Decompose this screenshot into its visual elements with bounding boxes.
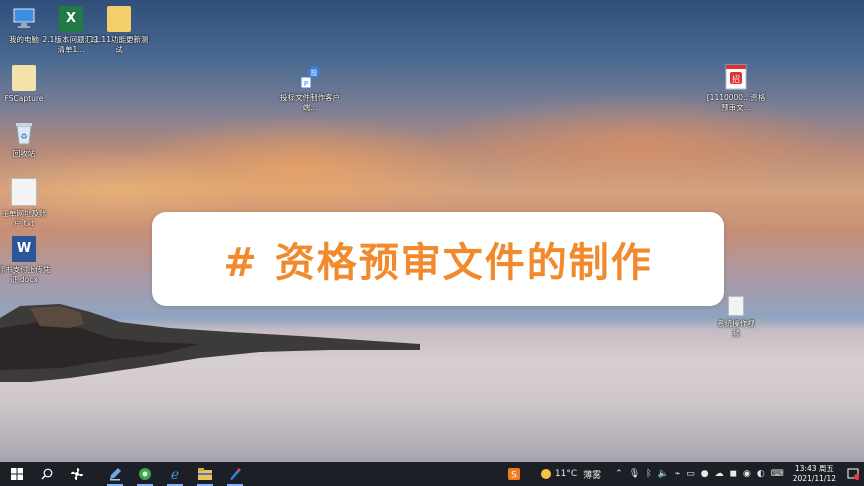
desktop-icon-label: [1110000...资格预审文... (706, 93, 766, 112)
tray-app-icon[interactable]: ◼ (730, 469, 737, 479)
browser-green-icon (139, 468, 151, 480)
desktop-icon-label: 回收站 (12, 149, 36, 158)
desktop-icon-bid-document[interactable]: 招 [1110000...资格预审文... (706, 64, 766, 113)
bid-doc-icon: 招 (724, 64, 748, 90)
weather-widget[interactable]: 11°C 薄雾 (540, 468, 604, 481)
tray-app-icon[interactable]: ● (701, 469, 709, 479)
desktop-icon-label: 系统操作视频 (717, 319, 755, 338)
wechat-icon[interactable]: ◉ (743, 469, 751, 479)
paint-icon (230, 468, 241, 480)
banner-title: # 资格预审文件的制作 (223, 240, 653, 286)
system-tray: S 11°C 薄雾 ⌃ 🎙 ᛒ 🔈 ⌁ ▭ ● ☁ ◼ ◉ ◐ ⌨ 13:43 … (502, 462, 864, 486)
tray-app-icon[interactable]: ◐ (757, 469, 765, 479)
notification-button[interactable] (842, 462, 864, 486)
document-icon (728, 296, 744, 316)
word-icon: W (12, 236, 36, 262)
svg-text:♻: ♻ (20, 132, 27, 141)
keyboard-icon[interactable]: ⌨ (771, 469, 784, 479)
windows-icon (11, 468, 23, 480)
desktop-icon-word-file[interactable]: W 标书支付上传凭证.docx (0, 236, 54, 285)
desktop-icon-label: 标书支付上传凭证.docx (0, 265, 51, 284)
svg-text:招: 招 (732, 74, 740, 84)
desktop-icon-text-file[interactable]: 工单网址及账户.txt (0, 178, 54, 229)
desktop-icon-label: 工单网址及账户.txt (1, 209, 47, 228)
weather-desc: 薄雾 (583, 470, 602, 481)
desktop-icon-label: FSCapture (4, 94, 44, 103)
taskbar-app-browser-green[interactable] (130, 462, 160, 486)
weather-temp: 11°C (554, 469, 578, 479)
taskbar-app-explorer[interactable] (190, 462, 220, 486)
pen-icon (110, 468, 121, 481)
desktop-icon-label: 投标文件制作客户端... (280, 93, 340, 112)
search-button[interactable] (32, 462, 62, 486)
computer-icon (12, 6, 36, 32)
folder-icon (107, 6, 131, 32)
start-button[interactable] (2, 462, 32, 486)
text-file-icon (11, 178, 37, 206)
fan-icon (71, 468, 83, 480)
svg-text:S: S (511, 471, 517, 481)
svg-text:P: P (304, 80, 308, 88)
taskbar-app-pen[interactable] (100, 462, 130, 486)
search-icon (41, 468, 53, 480)
coast-rocks (0, 304, 420, 382)
chevron-up-icon[interactable]: ⌃ (615, 469, 623, 479)
ie-icon: e (171, 467, 179, 481)
taskbar-app-sogou[interactable]: S (502, 462, 526, 486)
microphone-icon[interactable]: 🎙 (629, 469, 640, 479)
bluetooth-icon[interactable]: ᛒ (646, 469, 651, 479)
svg-text:投: 投 (311, 68, 318, 77)
task-view-button[interactable] (62, 462, 92, 486)
sogou-icon: S (507, 468, 520, 481)
folder-icon (198, 468, 212, 480)
notification-icon (847, 468, 859, 480)
app-icon (12, 65, 36, 91)
taskbar-app-ie[interactable]: e (160, 462, 190, 486)
taskbar: e S 11°C 薄雾 ⌃ 🎙 ᛒ 🔈 ⌁ ▭ ● ☁ ◼ ◉ ◐ ⌨ 13:4… (0, 462, 864, 486)
desktop-icon-fscapture[interactable]: FSCapture (0, 65, 54, 104)
bid-client-icon: 投P (298, 64, 322, 90)
recycle-bin-icon: ♻ (12, 120, 36, 146)
network-icon[interactable]: ⌁ (675, 469, 680, 479)
desktop-icon-recycle-bin[interactable]: ♻ 回收站 (0, 120, 54, 159)
volume-icon[interactable]: 🔈 (658, 469, 669, 479)
desktop-icon-bid-client[interactable]: 投P 投标文件制作客户端... (280, 64, 340, 113)
svg-text:e: e (171, 467, 179, 481)
desktop-icon-label: 11.11功能更新测试 (89, 35, 149, 54)
desktop-icon-folder[interactable]: 11.11功能更新测试 (89, 6, 149, 55)
cloud-icon[interactable]: ☁ (715, 469, 724, 479)
clock-date: 2021/11/12 (792, 474, 836, 483)
clock[interactable]: 13:43 周五 2021/11/12 (793, 464, 836, 484)
clock-time: 13:43 周五 (794, 464, 834, 473)
excel-icon: X (59, 6, 83, 32)
taskbar-app-paint[interactable] (220, 462, 250, 486)
sun-icon (540, 469, 551, 479)
title-banner: # 资格预审文件的制作 (152, 212, 724, 306)
battery-icon[interactable]: ▭ (686, 469, 695, 479)
